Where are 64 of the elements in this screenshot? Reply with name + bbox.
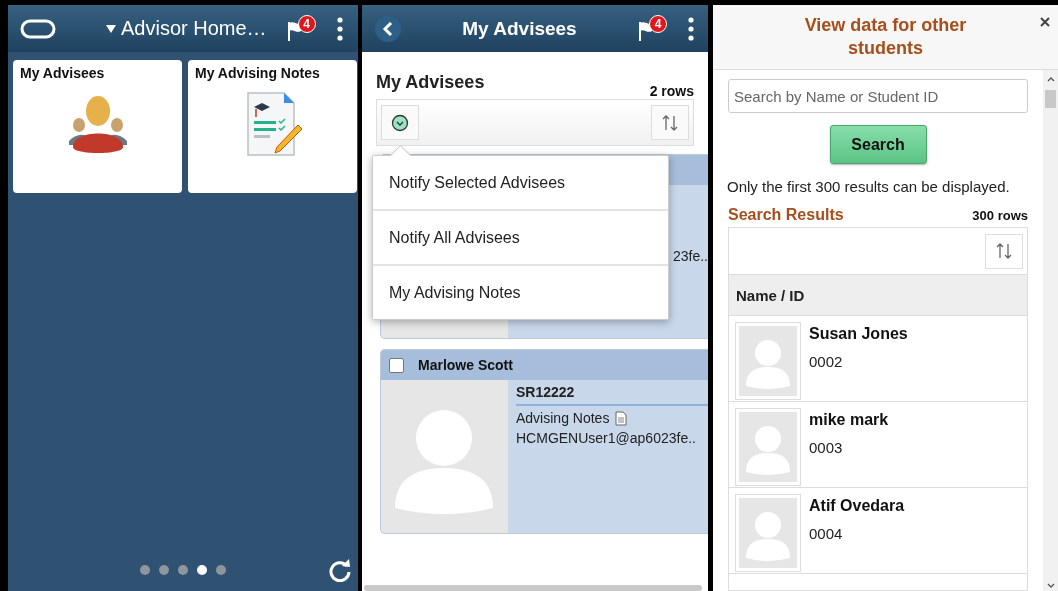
section-title: My Advisees <box>376 72 485 94</box>
tile-card[interactable]: My Advisees <box>13 60 182 193</box>
close-icon <box>1038 15 1052 29</box>
person-silhouette-icon <box>739 412 797 482</box>
student-name: Atif Ovedara <box>809 497 905 515</box>
notice-text: Only the first 300 results can be displayed. <box>727 178 1011 195</box>
email-text: HCMGENUser1@ap6023fe.. <box>516 430 697 446</box>
student-id: 0003 <box>809 439 844 456</box>
notification-count: 4 <box>297 14 316 33</box>
student-name: Susan Jones <box>809 325 908 343</box>
document-icon[interactable] <box>615 410 628 426</box>
menu-icon[interactable] <box>336 16 343 41</box>
person-silhouette-icon <box>739 326 797 396</box>
row-count: 2 rows <box>649 83 694 99</box>
scrollbar[interactable] <box>1043 70 1058 591</box>
back-button[interactable] <box>375 15 401 42</box>
student-name: mike mark <box>809 411 889 429</box>
column-header: Name / ID <box>729 275 1027 316</box>
page-dot[interactable] <box>216 565 226 575</box>
tile-title: My Advisees <box>19 64 106 81</box>
chevron-circle-icon <box>391 113 409 132</box>
scrollbar[interactable] <box>364 585 702 591</box>
scroll-thumb[interactable] <box>1045 90 1056 108</box>
refresh-icon[interactable] <box>328 558 352 582</box>
menu-icon[interactable] <box>688 16 694 41</box>
student-id: SR12222 <box>516 384 708 406</box>
result-row[interactable]: mike mark 0003 <box>729 402 1027 488</box>
menu-item[interactable]: Notify Selected Advisees <box>373 156 668 211</box>
close-button[interactable] <box>1038 15 1052 29</box>
logo-icon[interactable] <box>20 18 56 39</box>
sort-arrows-icon <box>661 113 679 132</box>
result-row[interactable]: Atif Ovedara 0004 <box>729 488 1027 574</box>
page-dot[interactable] <box>159 565 169 575</box>
section-title: Search Results <box>728 206 844 224</box>
email-text: 23fe.. <box>672 247 708 264</box>
tile-title: My Advising Notes <box>194 64 321 81</box>
sort-button[interactable] <box>985 233 1023 269</box>
page-title[interactable]: Advisor Home… <box>121 17 267 40</box>
menu-item[interactable]: Notify All Advisees <box>373 211 668 266</box>
tile-card[interactable]: My Advising Notes <box>188 60 357 193</box>
search-field[interactable]: Search by Name or Student ID <box>728 79 1028 113</box>
notification-count: 4 <box>649 14 667 33</box>
menu-item[interactable]: My Advising Notes <box>373 266 668 319</box>
student-id: 0002 <box>809 353 844 370</box>
caret-icon[interactable] <box>106 24 116 33</box>
actions-button[interactable] <box>381 105 419 140</box>
result-row[interactable]: Susan Jones 0002 <box>729 316 1027 402</box>
checkbox[interactable] <box>389 357 404 373</box>
page-title: My Advisees <box>461 17 578 40</box>
scroll-up-icon[interactable] <box>1046 76 1055 82</box>
sort-button[interactable] <box>651 105 689 140</box>
row-count: 300 rows <box>972 208 1028 224</box>
page-dot[interactable] <box>140 565 150 575</box>
page-dot[interactable] <box>178 565 188 575</box>
chevron-left-icon <box>382 21 394 36</box>
sort-arrows-icon <box>995 242 1013 260</box>
student-id: 0004 <box>809 525 844 542</box>
search-button[interactable]: Search <box>829 125 927 164</box>
dialog-title: View data for other students <box>803 14 968 60</box>
person-silhouette-icon <box>739 498 797 568</box>
scroll-down-icon[interactable] <box>1046 583 1055 589</box>
notes-link[interactable]: Advising Notes <box>516 410 610 426</box>
page-dot[interactable] <box>197 565 207 575</box>
advisee-name: Marlowe Scott <box>418 357 513 373</box>
